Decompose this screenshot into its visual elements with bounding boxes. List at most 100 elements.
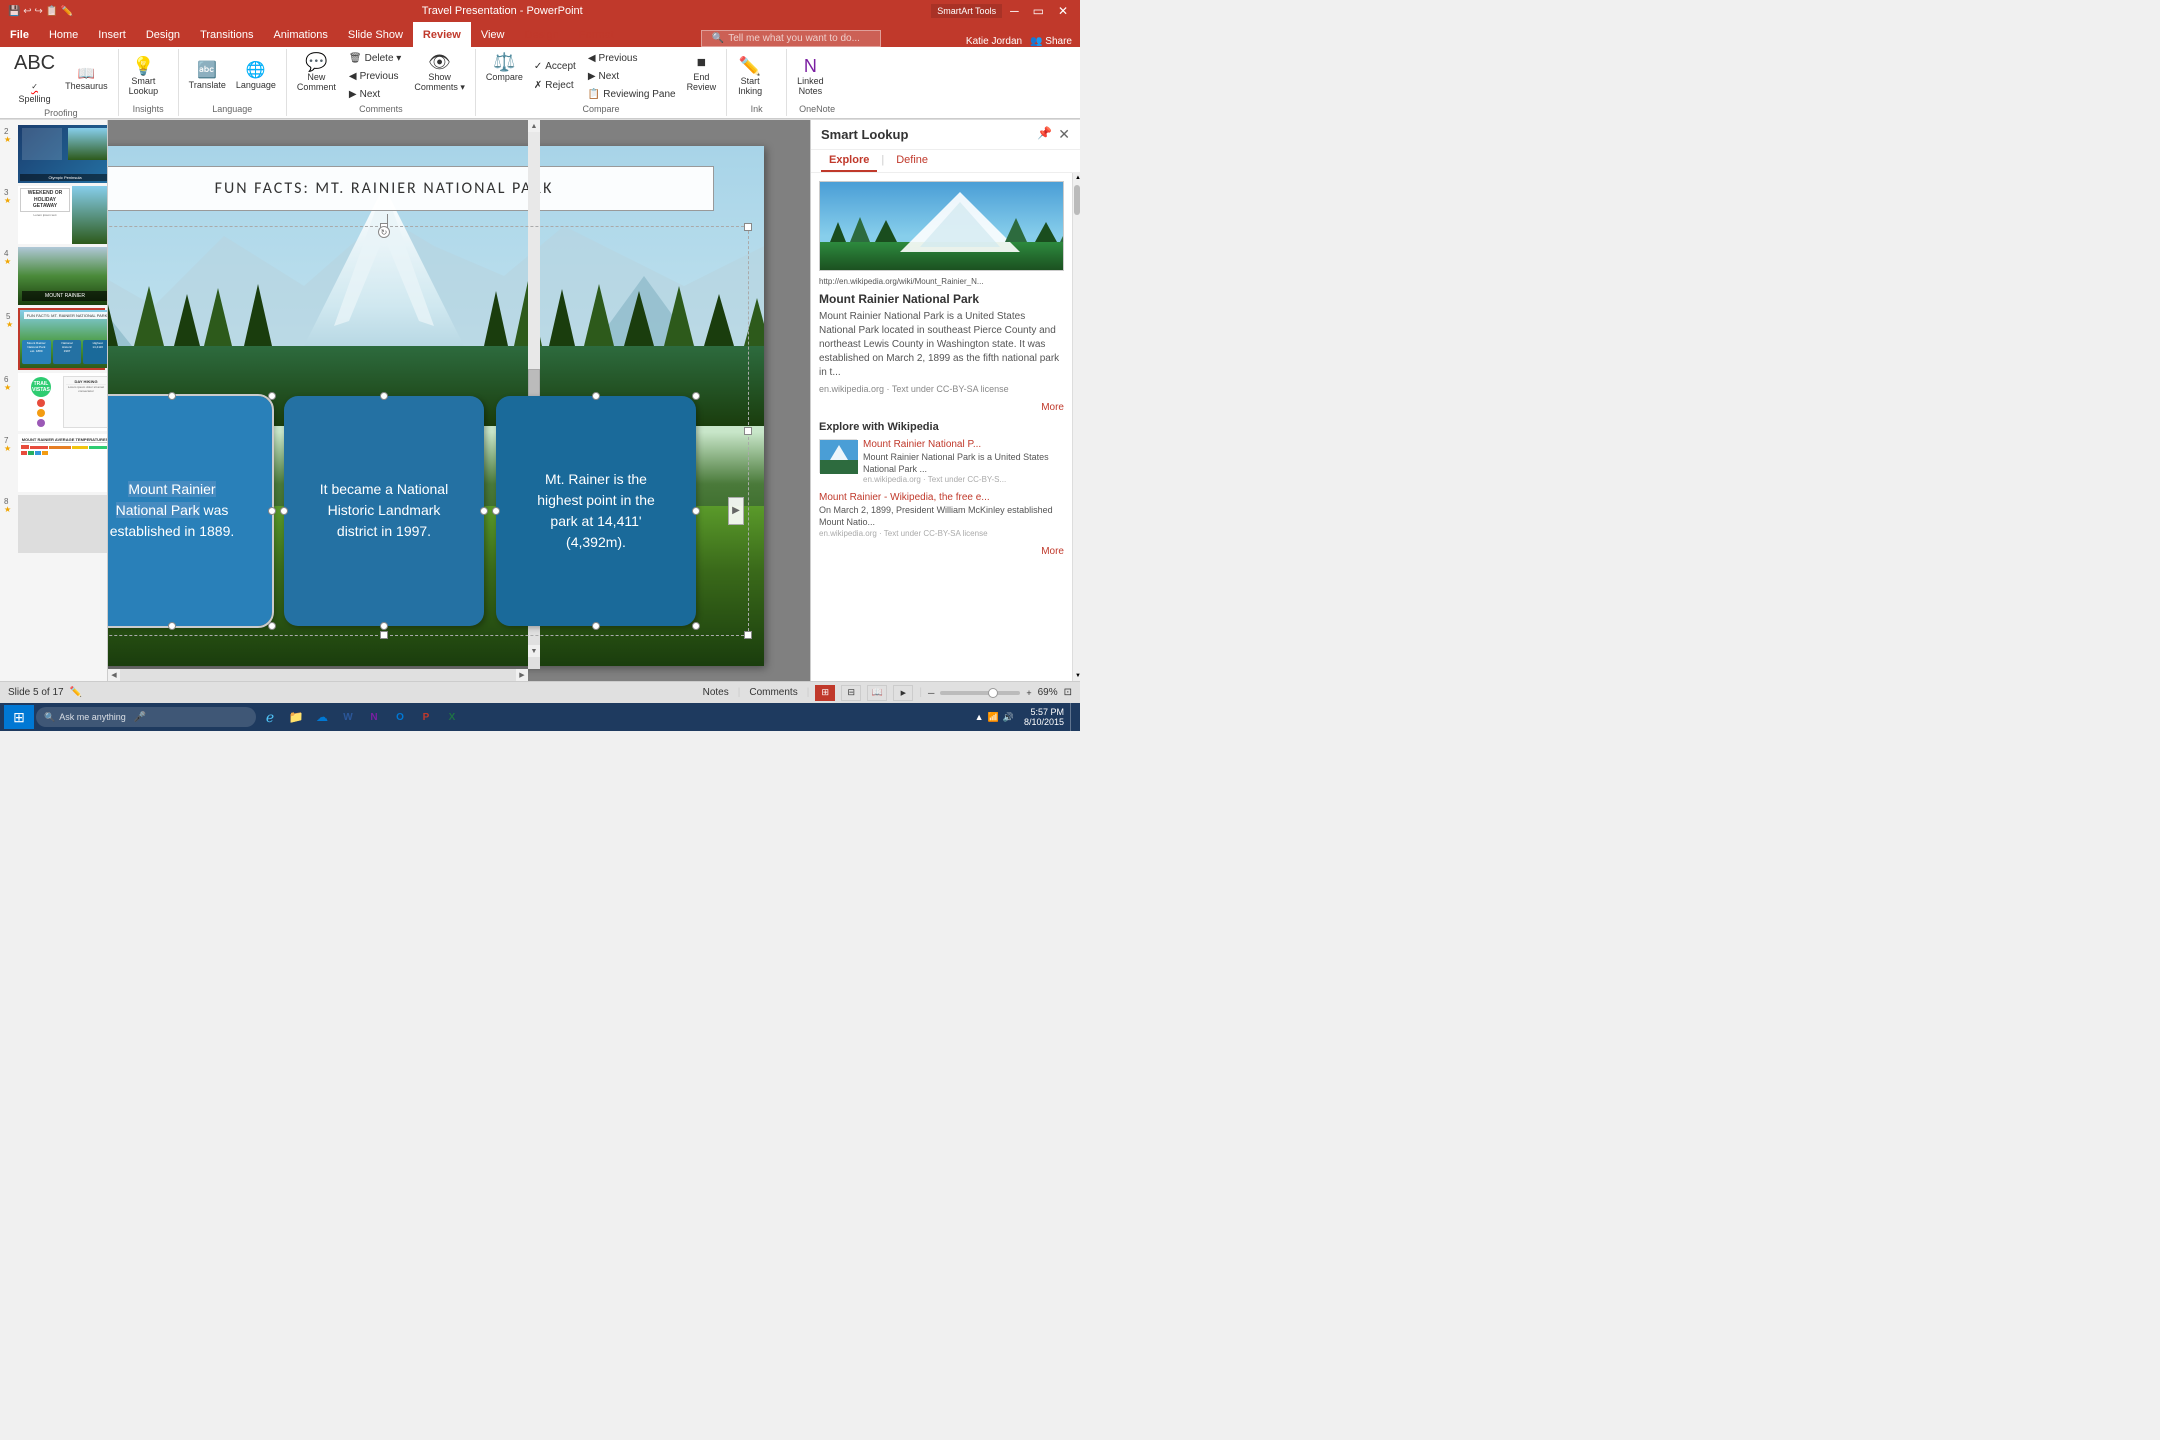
taskbar-excel[interactable]: X [440, 705, 464, 729]
taskbar-search[interactable]: 🔍 Ask me anything 🎤 [36, 707, 256, 727]
taskbar-outlook[interactable]: O [388, 705, 412, 729]
slide-sorter-btn[interactable]: ⊟ [841, 685, 861, 701]
linked-notes-btn[interactable]: N LinkedNotes [793, 55, 828, 98]
sl-scroll-up[interactable]: ▲ [1073, 173, 1080, 183]
spelling-btn[interactable]: ABC✓ Spelling [10, 51, 59, 106]
smart-lookup-close-btn[interactable]: ✕ [1058, 126, 1070, 143]
fact1-handle-tr[interactable] [268, 392, 276, 400]
fit-to-window-btn[interactable]: ⊡ [1064, 687, 1072, 698]
fact2-handle-b[interactable] [380, 622, 388, 630]
smart-lookup-pin[interactable]: 📌 [1037, 126, 1052, 143]
slide-panel[interactable]: 2 ★ Olympic Peninsula 3 ★ WEE [0, 120, 108, 681]
mic-icon[interactable]: 🎤 [134, 712, 146, 723]
notes-btn[interactable]: Notes [700, 686, 732, 699]
fact2-handle-l[interactable] [280, 507, 288, 515]
sl-scroll-thumb[interactable] [1074, 185, 1080, 215]
fact3-handle-b[interactable] [592, 622, 600, 630]
scroll-left-btn[interactable]: ◀ [108, 669, 120, 681]
tab-review[interactable]: Review [413, 22, 471, 47]
tab-home[interactable]: Home [39, 22, 88, 47]
sl-more-btn[interactable]: More [819, 402, 1064, 413]
tab-transitions[interactable]: Transitions [190, 22, 263, 47]
slide-thumb-5[interactable]: 5 ★ FUN FACTS: MT. RAINIER NATIONAL PARK… [18, 308, 105, 370]
thesaurus-btn[interactable]: 📖 Thesaurus [61, 64, 112, 93]
scroll-right-btn[interactable]: ▶ [516, 669, 528, 681]
taskbar-powerpoint[interactable]: P [414, 705, 438, 729]
delete-comment-btn[interactable]: 🗑Delete ▾ [344, 50, 406, 67]
sl-tab-define[interactable]: Define [888, 150, 936, 172]
reading-view-btn[interactable]: 📖 [867, 685, 887, 701]
tray-icons[interactable]: ▲ [975, 712, 984, 722]
taskbar-onenote[interactable]: N [362, 705, 386, 729]
tab-slideshow[interactable]: Slide Show [338, 22, 413, 47]
new-comment-btn[interactable]: 💬 NewComment [293, 51, 340, 94]
slide-title-box[interactable]: FUN FACTS: MT. RAINIER NATIONAL PARK [108, 166, 714, 211]
tab-design[interactable]: Design [136, 22, 190, 47]
taskbar-edge[interactable]: ℯ [258, 705, 282, 729]
zoom-slider[interactable] [940, 691, 1020, 695]
slide-thumb-4[interactable]: 4 ★ MOUNT RAINIER [18, 247, 105, 305]
horizontal-scrollbar[interactable]: ◀ ▶ [108, 669, 528, 681]
taskbar-word[interactable]: W [336, 705, 360, 729]
fact1-handle-r[interactable] [268, 507, 276, 515]
zoom-minus[interactable]: ─ [928, 688, 934, 698]
reviewing-pane-btn[interactable]: 📋Reviewing Pane [583, 86, 681, 103]
scroll-up-btn[interactable]: ▲ [528, 120, 540, 132]
normal-view-btn[interactable]: ⊞ [815, 685, 835, 701]
fact-box-2[interactable]: It became a National Historic Landmark d… [284, 396, 484, 626]
nav-right-arrow[interactable]: ▶ [728, 497, 744, 525]
fact3-handle-l[interactable] [492, 507, 500, 515]
fact1-handle-b[interactable] [168, 622, 176, 630]
next-comment-btn[interactable]: ▶Next [344, 86, 406, 103]
user-name[interactable]: Katie Jordan [966, 36, 1022, 47]
slideshow-btn[interactable]: ▶ [893, 685, 913, 701]
slide-thumb-7[interactable]: 7 ★ MOUNT RAINIER AVERAGE TEMPERATURES [18, 434, 105, 492]
tray-volume[interactable]: 🔊 [1003, 712, 1014, 723]
tab-animations[interactable]: Animations [263, 22, 337, 47]
fact-box-1[interactable]: Mount Rainier National Park was establis… [108, 396, 272, 626]
tab-view[interactable]: View [471, 22, 515, 47]
smart-lookup-btn[interactable]: 💡 SmartLookup [125, 55, 163, 98]
next-change-btn[interactable]: ▶Next [583, 68, 681, 85]
slide-thumb-3[interactable]: 3 ★ WEEKEND ORHOLIDAYGETAWAY Lorem ipsum… [18, 186, 105, 244]
scroll-down-btn[interactable]: ▼ [528, 645, 540, 657]
slide-edit-icon[interactable]: ✏️ [70, 687, 82, 698]
tab-design2[interactable]: Design [515, 22, 569, 47]
start-inking-btn[interactable]: ✏️ StartInking [733, 55, 767, 98]
fact2-handle-t[interactable] [380, 392, 388, 400]
tab-format[interactable]: Format [569, 22, 624, 47]
fact-box-3[interactable]: Mt. Rainer is the highest point in the p… [496, 396, 696, 626]
fact3-handle-r[interactable] [692, 507, 700, 515]
restore-btn[interactable]: ▭ [1029, 4, 1048, 18]
share-btn[interactable]: 👥 Share [1030, 36, 1072, 47]
language-btn[interactable]: 🌐 Language [232, 61, 280, 92]
fact3-handle-tr[interactable] [692, 392, 700, 400]
close-btn[interactable]: ✕ [1054, 4, 1072, 18]
show-desktop-btn[interactable] [1070, 703, 1076, 731]
taskbar-clock[interactable]: 5:57 PM 8/10/2015 [1020, 707, 1068, 727]
fact1-handle-t[interactable] [168, 392, 176, 400]
prev-change-btn[interactable]: ◀Previous [583, 50, 681, 67]
slide-thumb-2[interactable]: 2 ★ Olympic Peninsula [18, 125, 105, 183]
fact2-handle-r[interactable] [480, 507, 488, 515]
fact3-handle-t[interactable] [592, 392, 600, 400]
rotate-handle[interactable]: ↻ [384, 214, 390, 238]
sl-tab-explore[interactable]: Explore [821, 150, 877, 172]
slide-thumb-8[interactable]: 8 ★ [18, 495, 105, 553]
wiki-link-1[interactable]: Mount Rainier National P... [863, 439, 1064, 450]
compare-btn[interactable]: ⚖️ Compare [482, 51, 527, 84]
sl-scrollbar[interactable]: ▲ ▼ [1072, 173, 1080, 681]
sl-scroll-down[interactable]: ▼ [1073, 671, 1080, 681]
zoom-level[interactable]: 69% [1038, 687, 1058, 698]
taskbar-onedrive[interactable]: ☁ [310, 705, 334, 729]
start-btn[interactable]: ⊞ [4, 705, 34, 729]
prev-comment-btn[interactable]: ◀Previous [344, 68, 406, 85]
tab-file[interactable]: File [0, 22, 39, 47]
slide-thumb-6[interactable]: 6 ★ TRAILVISTAS DAY HIKING [18, 373, 105, 431]
tab-insert[interactable]: Insert [88, 22, 136, 47]
end-review-btn[interactable]: ⏹ EndReview [683, 51, 721, 94]
reject-btn[interactable]: ✗Reject [529, 77, 581, 95]
taskbar-folder[interactable]: 📁 [284, 705, 308, 729]
sl-more2-btn[interactable]: More [819, 546, 1064, 557]
tray-network[interactable]: 📶 [988, 712, 999, 723]
